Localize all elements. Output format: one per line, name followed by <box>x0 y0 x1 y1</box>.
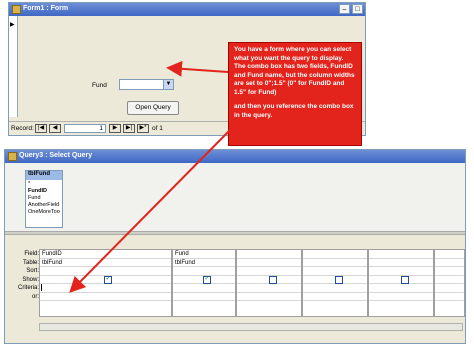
arrow-to-combo-icon <box>166 60 229 77</box>
arrow-to-criteria-icon <box>69 127 233 293</box>
annotation-arrows <box>69 60 233 293</box>
